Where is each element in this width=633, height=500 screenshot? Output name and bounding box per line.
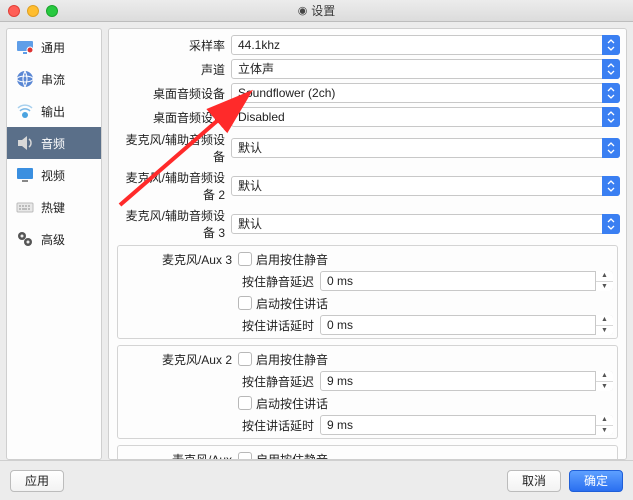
select-desktop-audio-1[interactable]: Soundflower (2ch) <box>231 83 620 103</box>
checkbox-push-mute[interactable] <box>238 452 252 460</box>
checkbox-label: 启用按住静音 <box>256 351 328 368</box>
select-mic-aux-3[interactable]: 默认 <box>231 214 620 234</box>
audio-icon <box>15 133 35 153</box>
ok-button[interactable]: 确定 <box>569 470 623 492</box>
sidebar-item-video[interactable]: 视频 <box>7 159 101 191</box>
label-desktop-audio-2: 桌面音频设备 <box>115 109 231 126</box>
row-mic-aux-3: 麦克风/辅助音频设备 3 默认 <box>115 207 620 241</box>
group-title: 麦克风/Aux <box>122 448 238 460</box>
label-talk-delay: 按住讲话延时 <box>238 417 320 434</box>
row-desktop-audio-2: 桌面音频设备 Disabled <box>115 107 620 127</box>
gear-icon: ◉ <box>298 4 308 17</box>
settings-window: ◉ 设置 通用 串流 输出 <box>0 0 633 500</box>
sidebar: 通用 串流 输出 音频 <box>6 28 102 460</box>
checkbox-label: 启动按住讲话 <box>256 295 328 312</box>
checkbox-push-talk[interactable] <box>238 396 252 410</box>
hotkeys-icon <box>15 197 35 217</box>
select-sample-rate[interactable]: 44.1khz <box>231 35 620 55</box>
sidebar-item-hotkeys[interactable]: 热键 <box>7 191 101 223</box>
checkbox-push-mute[interactable] <box>238 352 252 366</box>
chevron-updown-icon[interactable] <box>602 214 620 234</box>
select-mic-aux-1[interactable]: 默认 <box>231 138 620 158</box>
button-label: 应用 <box>25 472 49 489</box>
row-channels: 声道 立体声 <box>115 59 620 79</box>
stepper[interactable]: ▲▼ <box>595 415 613 435</box>
checkbox-label: 启动按住讲话 <box>256 395 328 412</box>
label-mic-aux-3: 麦克风/辅助音频设备 3 <box>115 207 231 241</box>
stepper[interactable]: ▲▼ <box>595 315 613 335</box>
advanced-icon <box>15 229 35 249</box>
footer: 应用 取消 确定 <box>0 460 633 500</box>
chevron-updown-icon[interactable] <box>602 59 620 79</box>
sidebar-item-general[interactable]: 通用 <box>7 31 101 63</box>
chevron-updown-icon[interactable] <box>602 107 620 127</box>
apply-button[interactable]: 应用 <box>10 470 64 492</box>
row-sample-rate: 采样率 44.1khz <box>115 35 620 55</box>
stream-icon <box>15 69 35 89</box>
label-mute-delay: 按住静音延迟 <box>238 373 320 390</box>
checkbox-push-mute[interactable] <box>238 252 252 266</box>
window-title-text: 设置 <box>311 2 335 19</box>
sidebar-item-label: 串流 <box>41 71 65 88</box>
sidebar-item-label: 热键 <box>41 199 65 216</box>
stepper[interactable]: ▲▼ <box>595 271 613 291</box>
label-talk-delay: 按住讲话延时 <box>238 317 320 334</box>
chevron-updown-icon[interactable] <box>602 83 620 103</box>
group-mic-aux-3: 麦克风/Aux 3 启用按住静音 按住静音延迟0 ms▲▼ 启动按住讲话 按住讲… <box>117 245 618 339</box>
label-channels: 声道 <box>115 61 231 78</box>
output-icon <box>15 101 35 121</box>
cancel-button[interactable]: 取消 <box>507 470 561 492</box>
button-label: 取消 <box>522 472 546 489</box>
select-mic-aux-2[interactable]: 默认 <box>231 176 620 196</box>
content-panel: 采样率 44.1khz 声道 立体声 桌面音频设备 S <box>108 28 627 460</box>
stepper[interactable]: ▲▼ <box>595 371 613 391</box>
chevron-updown-icon[interactable] <box>602 176 620 196</box>
sidebar-item-output[interactable]: 输出 <box>7 95 101 127</box>
input-mute-delay[interactable]: 0 ms <box>320 271 613 291</box>
label-sample-rate: 采样率 <box>115 37 231 54</box>
group-title: 麦克风/Aux 2 <box>122 348 238 368</box>
label-mute-delay: 按住静音延迟 <box>238 273 320 290</box>
checkbox-label: 启用按住静音 <box>256 251 328 268</box>
label-mic-aux-1: 麦克风/辅助音频设备 <box>115 131 231 165</box>
sidebar-item-advanced[interactable]: 高级 <box>7 223 101 255</box>
row-mic-aux-1: 麦克风/辅助音频设备 默认 <box>115 131 620 165</box>
general-icon <box>15 37 35 57</box>
titlebar: ◉ 设置 <box>0 0 633 22</box>
button-label: 确定 <box>584 472 608 489</box>
input-mute-delay[interactable]: 9 ms <box>320 371 613 391</box>
row-desktop-audio-1: 桌面音频设备 Soundflower (2ch) <box>115 83 620 103</box>
sidebar-item-label: 视频 <box>41 167 65 184</box>
input-talk-delay[interactable]: 0 ms <box>320 315 613 335</box>
group-mic-aux: 麦克风/Aux 启用按住静音 按住静音延迟0 ms▲▼ 启动按住讲话 按住讲话延… <box>117 445 618 460</box>
checkbox-label: 启用按住静音 <box>256 451 328 461</box>
select-desktop-audio-2[interactable]: Disabled <box>231 107 620 127</box>
sidebar-item-stream[interactable]: 串流 <box>7 63 101 95</box>
label-desktop-audio-1: 桌面音频设备 <box>115 85 231 102</box>
window-title: ◉ 设置 <box>0 2 633 19</box>
sidebar-item-audio[interactable]: 音频 <box>7 127 101 159</box>
row-mic-aux-2: 麦克风/辅助音频设备 2 默认 <box>115 169 620 203</box>
sidebar-item-label: 高级 <box>41 231 65 248</box>
chevron-updown-icon[interactable] <box>602 138 620 158</box>
video-icon <box>15 165 35 185</box>
group-title: 麦克风/Aux 3 <box>122 248 238 268</box>
sidebar-item-label: 输出 <box>41 103 65 120</box>
chevron-updown-icon[interactable] <box>602 35 620 55</box>
sidebar-item-label: 通用 <box>41 39 65 56</box>
select-channels[interactable]: 立体声 <box>231 59 620 79</box>
label-mic-aux-2: 麦克风/辅助音频设备 2 <box>115 169 231 203</box>
sidebar-item-label: 音频 <box>41 135 65 152</box>
input-talk-delay[interactable]: 9 ms <box>320 415 613 435</box>
checkbox-push-talk[interactable] <box>238 296 252 310</box>
group-mic-aux-2: 麦克风/Aux 2 启用按住静音 按住静音延迟9 ms▲▼ 启动按住讲话 按住讲… <box>117 345 618 439</box>
